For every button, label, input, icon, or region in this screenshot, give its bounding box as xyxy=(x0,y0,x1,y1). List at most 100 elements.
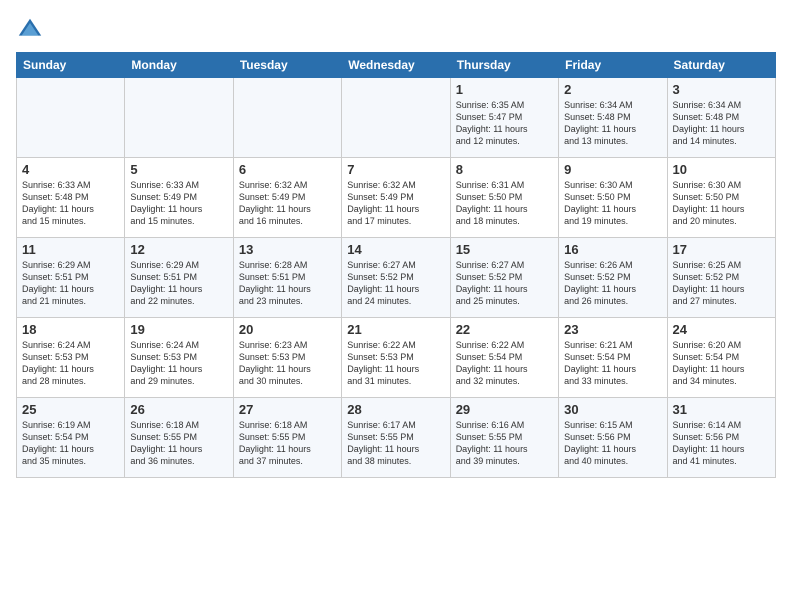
day-info: Sunrise: 6:33 AM Sunset: 5:49 PM Dayligh… xyxy=(130,179,227,228)
day-number: 28 xyxy=(347,402,444,417)
day-number: 21 xyxy=(347,322,444,337)
day-number: 8 xyxy=(456,162,553,177)
day-info: Sunrise: 6:18 AM Sunset: 5:55 PM Dayligh… xyxy=(239,419,336,468)
calendar-cell: 6 Sunrise: 6:32 AM Sunset: 5:49 PM Daylig… xyxy=(233,158,341,238)
weekday-header-sunday: Sunday xyxy=(17,53,125,78)
day-info: Sunrise: 6:15 AM Sunset: 5:56 PM Dayligh… xyxy=(564,419,661,468)
day-number: 16 xyxy=(564,242,661,257)
day-number: 3 xyxy=(673,82,770,97)
day-info: Sunrise: 6:24 AM Sunset: 5:53 PM Dayligh… xyxy=(130,339,227,388)
calendar-cell: 12 Sunrise: 6:29 AM Sunset: 5:51 PM Dayli… xyxy=(125,238,233,318)
day-number: 27 xyxy=(239,402,336,417)
day-info: Sunrise: 6:32 AM Sunset: 5:49 PM Dayligh… xyxy=(239,179,336,228)
day-info: Sunrise: 6:27 AM Sunset: 5:52 PM Dayligh… xyxy=(347,259,444,308)
day-number: 10 xyxy=(673,162,770,177)
calendar-cell: 19 Sunrise: 6:24 AM Sunset: 5:53 PM Dayli… xyxy=(125,318,233,398)
weekday-header-tuesday: Tuesday xyxy=(233,53,341,78)
day-info: Sunrise: 6:21 AM Sunset: 5:54 PM Dayligh… xyxy=(564,339,661,388)
logo-icon xyxy=(16,16,44,44)
day-number: 23 xyxy=(564,322,661,337)
day-number: 13 xyxy=(239,242,336,257)
calendar-cell: 4 Sunrise: 6:33 AM Sunset: 5:48 PM Daylig… xyxy=(17,158,125,238)
day-number: 6 xyxy=(239,162,336,177)
logo xyxy=(16,16,48,44)
calendar-cell: 20Sunrise: 6:23 AM Sunset: 5:53 PM Dayli… xyxy=(233,318,341,398)
day-number: 5 xyxy=(130,162,227,177)
day-number: 11 xyxy=(22,242,119,257)
day-number: 4 xyxy=(22,162,119,177)
day-info: Sunrise: 6:30 AM Sunset: 5:50 PM Dayligh… xyxy=(564,179,661,228)
day-info: Sunrise: 6:25 AM Sunset: 5:52 PM Dayligh… xyxy=(673,259,770,308)
day-number: 2 xyxy=(564,82,661,97)
day-number: 7 xyxy=(347,162,444,177)
calendar-cell: 18 Sunrise: 6:24 AM Sunset: 5:53 PM Dayli… xyxy=(17,318,125,398)
calendar-cell: 16 Sunrise: 6:26 AM Sunset: 5:52 PM Dayli… xyxy=(559,238,667,318)
calendar-cell: 1Sunrise: 6:35 AM Sunset: 5:47 PM Daylig… xyxy=(450,78,558,158)
day-info: Sunrise: 6:16 AM Sunset: 5:55 PM Dayligh… xyxy=(456,419,553,468)
day-number: 17 xyxy=(673,242,770,257)
day-info: Sunrise: 6:30 AM Sunset: 5:50 PM Dayligh… xyxy=(673,179,770,228)
day-info: Sunrise: 6:22 AM Sunset: 5:53 PM Dayligh… xyxy=(347,339,444,388)
calendar-cell: 26 Sunrise: 6:18 AM Sunset: 5:55 PM Dayli… xyxy=(125,398,233,478)
day-info: Sunrise: 6:29 AM Sunset: 5:51 PM Dayligh… xyxy=(130,259,227,308)
day-info: Sunrise: 6:17 AM Sunset: 5:55 PM Dayligh… xyxy=(347,419,444,468)
day-info: Sunrise: 6:33 AM Sunset: 5:48 PM Dayligh… xyxy=(22,179,119,228)
calendar-cell: 22 Sunrise: 6:22 AM Sunset: 5:54 PM Dayli… xyxy=(450,318,558,398)
day-number: 26 xyxy=(130,402,227,417)
calendar-cell xyxy=(125,78,233,158)
calendar-cell: 11 Sunrise: 6:29 AM Sunset: 5:51 PM Dayli… xyxy=(17,238,125,318)
calendar-cell xyxy=(17,78,125,158)
calendar-table: SundayMondayTuesdayWednesdayThursdayFrid… xyxy=(16,52,776,478)
calendar-cell: 3Sunrise: 6:34 AM Sunset: 5:48 PM Daylig… xyxy=(667,78,775,158)
weekday-header-monday: Monday xyxy=(125,53,233,78)
day-number: 1 xyxy=(456,82,553,97)
weekday-header-thursday: Thursday xyxy=(450,53,558,78)
day-number: 29 xyxy=(456,402,553,417)
day-info: Sunrise: 6:24 AM Sunset: 5:53 PM Dayligh… xyxy=(22,339,119,388)
day-info: Sunrise: 6:14 AM Sunset: 5:56 PM Dayligh… xyxy=(673,419,770,468)
calendar-cell: 23 Sunrise: 6:21 AM Sunset: 5:54 PM Dayli… xyxy=(559,318,667,398)
weekday-header-wednesday: Wednesday xyxy=(342,53,450,78)
day-info: Sunrise: 6:23 AM Sunset: 5:53 PM Dayligh… xyxy=(239,339,336,388)
calendar-cell: 14Sunrise: 6:27 AM Sunset: 5:52 PM Dayli… xyxy=(342,238,450,318)
day-number: 15 xyxy=(456,242,553,257)
day-info: Sunrise: 6:18 AM Sunset: 5:55 PM Dayligh… xyxy=(130,419,227,468)
calendar-cell: 29 Sunrise: 6:16 AM Sunset: 5:55 PM Dayli… xyxy=(450,398,558,478)
day-number: 24 xyxy=(673,322,770,337)
calendar-cell: 28 Sunrise: 6:17 AM Sunset: 5:55 PM Dayli… xyxy=(342,398,450,478)
calendar-cell: 31 Sunrise: 6:14 AM Sunset: 5:56 PM Dayli… xyxy=(667,398,775,478)
calendar-cell: 10 Sunrise: 6:30 AM Sunset: 5:50 PM Dayli… xyxy=(667,158,775,238)
weekday-header-row: SundayMondayTuesdayWednesdayThursdayFrid… xyxy=(17,53,776,78)
calendar-week-row: 4 Sunrise: 6:33 AM Sunset: 5:48 PM Daylig… xyxy=(17,158,776,238)
day-number: 30 xyxy=(564,402,661,417)
calendar-cell: 13Sunrise: 6:28 AM Sunset: 5:51 PM Dayli… xyxy=(233,238,341,318)
calendar-week-row: 25 Sunrise: 6:19 AM Sunset: 5:54 PM Dayli… xyxy=(17,398,776,478)
day-number: 12 xyxy=(130,242,227,257)
calendar-cell: 2Sunrise: 6:34 AM Sunset: 5:48 PM Daylig… xyxy=(559,78,667,158)
calendar-week-row: 11 Sunrise: 6:29 AM Sunset: 5:51 PM Dayli… xyxy=(17,238,776,318)
day-number: 31 xyxy=(673,402,770,417)
day-info: Sunrise: 6:29 AM Sunset: 5:51 PM Dayligh… xyxy=(22,259,119,308)
calendar-cell: 25 Sunrise: 6:19 AM Sunset: 5:54 PM Dayli… xyxy=(17,398,125,478)
day-number: 18 xyxy=(22,322,119,337)
calendar-cell: 21 Sunrise: 6:22 AM Sunset: 5:53 PM Dayli… xyxy=(342,318,450,398)
day-info: Sunrise: 6:26 AM Sunset: 5:52 PM Dayligh… xyxy=(564,259,661,308)
calendar-cell: 15 Sunrise: 6:27 AM Sunset: 5:52 PM Dayli… xyxy=(450,238,558,318)
day-info: Sunrise: 6:27 AM Sunset: 5:52 PM Dayligh… xyxy=(456,259,553,308)
calendar-week-row: 1Sunrise: 6:35 AM Sunset: 5:47 PM Daylig… xyxy=(17,78,776,158)
weekday-header-friday: Friday xyxy=(559,53,667,78)
calendar-cell: 8Sunrise: 6:31 AM Sunset: 5:50 PM Daylig… xyxy=(450,158,558,238)
calendar-cell: 5 Sunrise: 6:33 AM Sunset: 5:49 PM Daylig… xyxy=(125,158,233,238)
day-number: 9 xyxy=(564,162,661,177)
weekday-header-saturday: Saturday xyxy=(667,53,775,78)
day-number: 25 xyxy=(22,402,119,417)
day-info: Sunrise: 6:19 AM Sunset: 5:54 PM Dayligh… xyxy=(22,419,119,468)
day-info: Sunrise: 6:32 AM Sunset: 5:49 PM Dayligh… xyxy=(347,179,444,228)
calendar-cell: 7 Sunrise: 6:32 AM Sunset: 5:49 PM Daylig… xyxy=(342,158,450,238)
calendar-cell: 27 Sunrise: 6:18 AM Sunset: 5:55 PM Dayli… xyxy=(233,398,341,478)
day-info: Sunrise: 6:22 AM Sunset: 5:54 PM Dayligh… xyxy=(456,339,553,388)
day-number: 19 xyxy=(130,322,227,337)
page-header xyxy=(16,16,776,44)
calendar-cell: 24Sunrise: 6:20 AM Sunset: 5:54 PM Dayli… xyxy=(667,318,775,398)
day-number: 22 xyxy=(456,322,553,337)
